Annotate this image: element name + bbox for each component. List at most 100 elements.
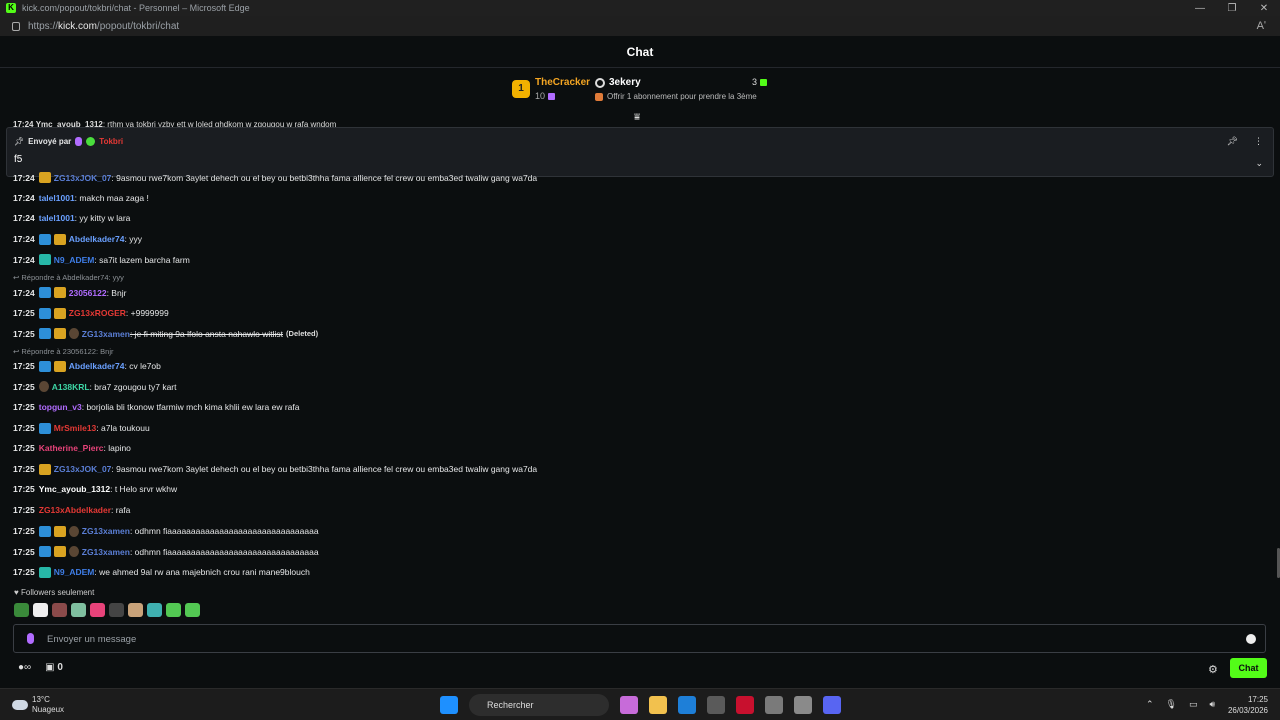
edge-icon[interactable] (678, 696, 696, 714)
gold-badge-icon[interactable] (53, 525, 66, 537)
blue-badge-icon[interactable] (38, 422, 51, 434)
chat-message[interactable]: 17:25 topgun_v3: borjolia bli tkonow tfar… (13, 402, 300, 412)
network-icon[interactable]: ▭ (1189, 699, 1198, 710)
obs-icon[interactable] (765, 696, 783, 714)
windows-start-icon[interactable] (440, 696, 458, 714)
chat-message[interactable]: 17:25 ZG13xAbdelkader: rafa (13, 505, 130, 515)
emote-icon[interactable] (52, 603, 67, 617)
connection-icon[interactable]: ●∞ (18, 662, 31, 673)
chat-message[interactable]: 17:25 A138KRL: bra7 zgougou ty7 kart (13, 381, 177, 393)
chat-message[interactable]: 17:25 ZG13xamen: je fi miting 9a lfolo an… (13, 328, 318, 340)
close-icon[interactable]: ✕ (1248, 3, 1280, 14)
url-text[interactable]: https://kick.com/popout/tokbri/chat (28, 21, 179, 32)
chat-message[interactable]: 17:24 N9_ADEM: sa7it lazem barcha farm (13, 254, 190, 266)
chat-message[interactable]: 17:24 Abdelkader74: yyy (13, 233, 142, 245)
gold-badge-icon[interactable] (53, 307, 66, 319)
blue-badge-icon[interactable] (38, 287, 51, 298)
message-input[interactable]: Envoyer un message (13, 624, 1266, 653)
teal-badge-icon[interactable] (38, 254, 51, 266)
chat-message[interactable]: 17:24 talel1001: yy kitty w lara (13, 213, 130, 223)
blue-badge-icon[interactable] (38, 307, 51, 319)
gold-badge-icon[interactable] (53, 360, 66, 372)
settings-icon[interactable] (794, 696, 812, 714)
clock[interactable]: 17:25 26/03/2026 (1226, 694, 1268, 716)
message-username[interactable]: A138KRL (52, 382, 90, 392)
chat-messages[interactable]: 17:24 ZG13xJOK_07: 9asmou rwe7kom 3aylet … (0, 170, 1280, 585)
gold-badge-icon[interactable] (53, 233, 66, 245)
gold-badge-icon[interactable] (53, 546, 66, 558)
message-username[interactable]: ZG13xamen (82, 526, 130, 536)
restore-icon[interactable]: ❐ (1216, 3, 1248, 14)
emote-icon[interactable] (128, 603, 143, 617)
lock-icon[interactable] (12, 21, 20, 31)
system-tray[interactable]: ⌃ 🎙︎ ▭ 🔊︎ (1146, 699, 1215, 710)
message-username[interactable]: Abdelkader74 (69, 361, 125, 371)
blue-badge-icon[interactable] (38, 525, 51, 537)
copilot-icon[interactable] (620, 696, 638, 714)
char-badge-icon[interactable] (68, 546, 79, 558)
chat-message[interactable]: 17:25 Katherine_Pierc: lapino (13, 443, 131, 453)
chat-message[interactable]: 17:24 talel1001: makch maa zaga ! (13, 193, 149, 203)
chat-message[interactable]: 17:24 23056122: Bnjr (13, 287, 126, 298)
emote-icon[interactable] (166, 603, 181, 617)
gold-badge-icon[interactable] (38, 463, 51, 475)
gift-counter[interactable]: ▣ 0 (45, 662, 63, 673)
second-gifter-name[interactable]: 3ekery (609, 77, 641, 88)
send-chat-button[interactable]: Chat (1230, 658, 1267, 678)
emoji-picker-icon[interactable] (1246, 634, 1256, 644)
chat-message[interactable]: 17:25 ZG13xJOK_07: 9asmou rwe7kom 3aylet … (13, 463, 537, 475)
discord-icon[interactable] (823, 696, 841, 714)
emote-icon[interactable] (71, 603, 86, 617)
chat-message[interactable]: 17:25 MrSmile13: a7la toukouu (13, 422, 150, 434)
blue-badge-icon[interactable] (38, 360, 51, 372)
emote-icon[interactable] (147, 603, 162, 617)
top-gifter-name[interactable]: TheCracker (535, 77, 590, 88)
blue-badge-icon[interactable] (38, 546, 51, 558)
message-username[interactable]: ZG13xAbdelkader (39, 505, 111, 515)
emote-icon[interactable] (90, 603, 105, 617)
collapse-leaderboard-icon[interactable]: ⩸ (634, 112, 640, 123)
file-explorer-icon[interactable] (649, 696, 667, 714)
chevron-down-icon[interactable]: ⌄ (1255, 158, 1263, 169)
blue-badge-icon[interactable] (38, 233, 51, 245)
gold-badge-icon[interactable] (53, 328, 66, 340)
message-username[interactable]: N9_ADEM (54, 255, 95, 265)
weather-widget[interactable]: 13°C Nuageux (12, 695, 64, 715)
chat-message[interactable]: 17:25 ZG13xamen: odhmn fiaaaaaaaaaaaaaaaa… (13, 525, 319, 537)
message-username[interactable]: ZG13xamen (82, 329, 130, 339)
chat-message[interactable]: 17:24 ZG13xJOK_07: 9asmou rwe7kom 3aylet … (13, 172, 537, 183)
gear-icon[interactable]: ⚙ (1208, 663, 1218, 676)
message-username[interactable]: N9_ADEM (54, 567, 95, 577)
message-username[interactable]: Katherine_Pierc (39, 443, 104, 453)
message-username[interactable]: ZG13xROGER (69, 308, 126, 318)
chevron-up-icon[interactable]: ⌃ (1146, 699, 1154, 710)
more-options-icon[interactable]: ⋮ (1254, 136, 1263, 147)
minimize-icon[interactable]: — (1184, 3, 1216, 14)
char-badge-icon[interactable] (68, 328, 79, 340)
message-username[interactable]: ZG13xJOK_07 (54, 173, 112, 183)
address-bar[interactable]: https://kick.com/popout/tokbri/chat Aʹ (0, 16, 1280, 36)
chat-message[interactable]: 17:25 ZG13xamen: odhmn fiaaaaaaaaaaaaaaaa… (13, 546, 319, 558)
chat-message[interactable]: 17:25 N9_ADEM: we ahmed 9al rw ana majebn… (13, 566, 310, 578)
unpin-icon[interactable]: 📌︎ (1227, 136, 1238, 147)
reply-context[interactable]: ↩ Répondre à 23056122: Bnjr (13, 347, 114, 356)
chat-message[interactable]: 17:25 Abdelkader74: cv le7ob (13, 360, 161, 372)
message-username[interactable]: topgun_v3 (39, 402, 82, 412)
message-username[interactable]: ZG13xJOK_07 (54, 464, 112, 474)
char-badge-icon[interactable] (68, 525, 79, 537)
teal-badge-icon[interactable] (38, 566, 51, 578)
offer-sub-link[interactable]: Offrir 1 abonnement pour prendre la 3ème (595, 92, 757, 101)
store-icon[interactable] (707, 696, 725, 714)
chat-message[interactable]: 17:25 ZG13xROGER: +9999999 (13, 307, 169, 319)
microphone-icon[interactable]: 🎙︎ (1166, 699, 1177, 710)
message-username[interactable]: talel1001 (39, 193, 75, 203)
message-username[interactable]: MrSmile13 (54, 423, 97, 433)
char-badge-icon[interactable] (38, 381, 49, 393)
pinned-author[interactable]: Tokbri (99, 137, 123, 146)
search-box[interactable]: Rechercher (469, 694, 609, 716)
gold-badge-icon[interactable] (38, 172, 51, 183)
reply-context[interactable]: ↩ Répondre à Abdelkader74: yyy (13, 273, 124, 282)
message-username[interactable]: 23056122 (69, 288, 107, 298)
adobe-icon[interactable] (736, 696, 754, 714)
message-username[interactable]: Abdelkader74 (69, 234, 125, 244)
